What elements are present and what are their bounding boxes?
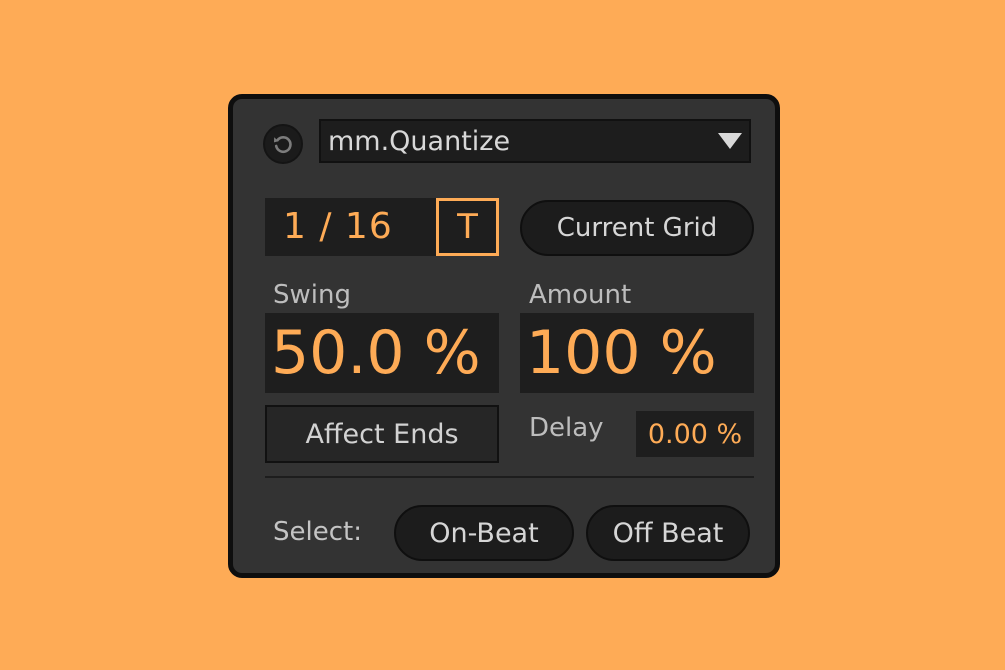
select-label: Select: (273, 517, 362, 547)
reset-button[interactable] (263, 124, 303, 164)
on-beat-button[interactable]: On-Beat (394, 505, 574, 561)
off-beat-button[interactable]: Off Beat (586, 505, 750, 561)
preset-name: mm.Quantize (328, 125, 511, 157)
current-grid-button[interactable]: Current Grid (520, 200, 754, 256)
grid-value: 1 / 16 (283, 206, 393, 247)
divider (265, 476, 754, 478)
chevron-down-icon (718, 133, 742, 149)
delay-value-field[interactable]: 0.00 % (636, 411, 754, 457)
delay-label: Delay (529, 413, 604, 443)
swing-label: Swing (273, 280, 351, 310)
reset-icon (274, 136, 292, 153)
triplet-toggle[interactable]: T (436, 198, 499, 256)
swing-value-field[interactable]: 50.0 % (265, 313, 499, 393)
amount-label: Amount (529, 280, 632, 310)
affect-ends-toggle[interactable]: Affect Ends (265, 405, 499, 463)
quantize-device-panel: mm.Quantize 1 / 16 T Current Grid Swing … (228, 94, 780, 578)
preset-dropdown[interactable]: mm.Quantize (319, 119, 751, 163)
amount-value-field[interactable]: 100 % (520, 313, 754, 393)
